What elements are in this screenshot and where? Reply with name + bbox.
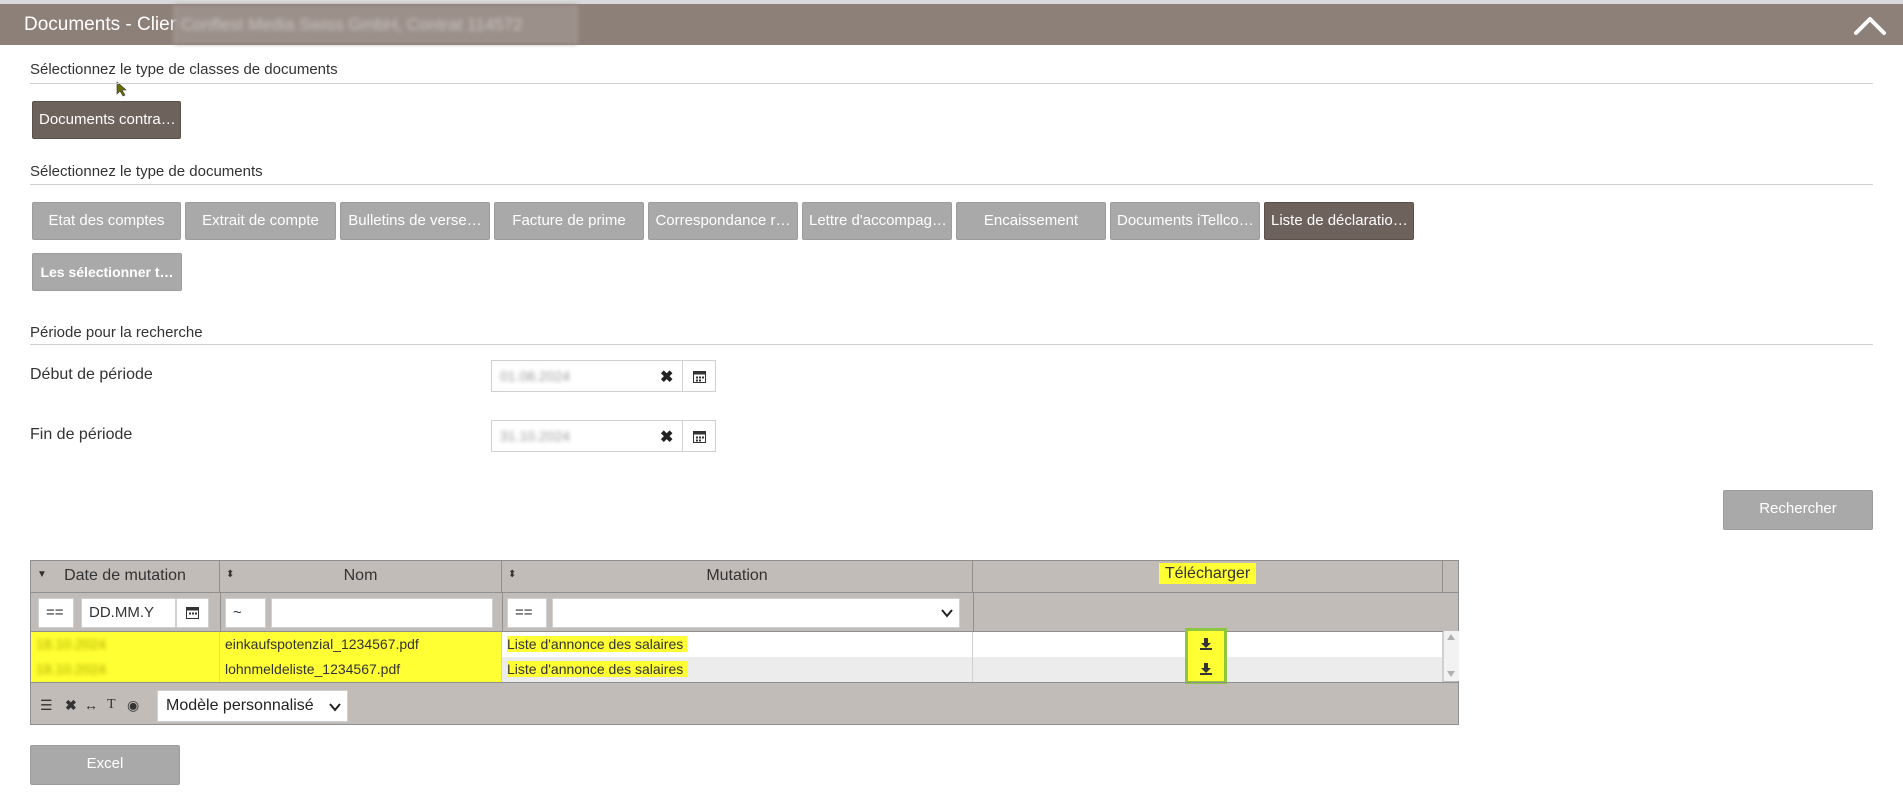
column-divider	[973, 593, 974, 632]
column-header-download: Télécharger	[973, 561, 1443, 592]
doc-class-button-contracts[interactable]: Documents contra…	[32, 101, 181, 139]
grid-toolbar: ☰ ✖ ↔ T ◉ Modèle personnalisé	[31, 682, 1458, 725]
end-date-value: 31.10.2024	[500, 428, 571, 444]
table-row[interactable]: 18.10.2024 einkaufspotenzial_1234567.pdf…	[31, 632, 1443, 657]
doc-type-button-correspondance[interactable]: Correspondance r…	[648, 202, 798, 240]
download-header-label: Télécharger	[1158, 563, 1257, 584]
calendar-icon[interactable]	[682, 421, 716, 451]
end-date-label: Fin de période	[30, 426, 133, 443]
doc-class-label: Sélectionnez le type de classes de docum…	[30, 61, 338, 78]
start-date-field[interactable]: 01.08.2024 ✖	[491, 360, 716, 392]
mutation-operator-select[interactable]: ==	[507, 598, 547, 628]
cell-name: einkaufspotenzial_1234567.pdf	[220, 632, 502, 657]
chevron-up-icon[interactable]	[1852, 13, 1888, 37]
chevron-down-icon	[941, 609, 953, 618]
clear-icon[interactable]: ✖	[660, 367, 673, 387]
column-header-date[interactable]: ▼ Date de mutation	[31, 561, 220, 592]
clear-filters-icon[interactable]: ✖	[65, 697, 77, 714]
text-icon[interactable]: T	[107, 697, 116, 713]
excel-export-button[interactable]: Excel	[30, 745, 180, 785]
cell-mutation: Liste d'annonce des salaires	[502, 632, 973, 657]
doc-type-button-encaissement[interactable]: Encaissement	[956, 202, 1106, 240]
divider	[30, 344, 1873, 345]
cell-date: 18.10.2024	[31, 657, 220, 682]
doc-type-button-facture-de-prime[interactable]: Facture de prime	[494, 202, 644, 240]
doc-type-button-extrait-de-compte[interactable]: Extrait de compte	[185, 202, 336, 240]
scroll-down-icon[interactable]	[1447, 671, 1455, 677]
date-operator-select[interactable]: ==	[38, 598, 74, 628]
name-filter-input[interactable]	[271, 598, 493, 628]
doc-type-button-documents-itellco[interactable]: Documents iTellco…	[1110, 202, 1260, 240]
period-label: Période pour la recherche	[30, 324, 203, 341]
select-all-button[interactable]: Les sélectionner t…	[32, 253, 182, 291]
doc-type-button-liste-declaration[interactable]: Liste de déclaratio…	[1264, 202, 1414, 240]
table-row[interactable]: 18.10.2024 lohnmeldeliste_1234567.pdf Li…	[31, 657, 1443, 682]
search-button[interactable]: Rechercher	[1723, 490, 1873, 530]
template-select[interactable]: Modèle personnalisé	[157, 690, 348, 722]
list-icon[interactable]: ☰	[40, 697, 53, 714]
clear-icon[interactable]: ✖	[660, 427, 673, 447]
filter-row: == DD.MM.Y ~ ==	[31, 592, 1458, 632]
client-name: Conflest Media Swiss GmbH, Contrat 11457…	[174, 5, 577, 44]
column-header-mutation[interactable]: ⬍ Mutation	[502, 561, 973, 592]
name-operator-select[interactable]: ~	[225, 598, 266, 628]
cell-name: lohnmeldeliste_1234567.pdf	[220, 657, 502, 682]
calendar-icon[interactable]	[682, 361, 716, 391]
divider	[30, 83, 1873, 84]
grid-scrollbar[interactable]	[1443, 631, 1459, 681]
chevron-down-icon	[329, 703, 341, 712]
column-divider	[220, 593, 221, 632]
date-filter-input[interactable]: DD.MM.Y	[81, 598, 176, 628]
resize-columns-icon[interactable]: ↔	[84, 697, 98, 713]
page-title: Documents - Client	[24, 14, 186, 35]
mutation-filter-select[interactable]	[552, 598, 960, 628]
doc-type-label: Sélectionnez le type de documents	[30, 163, 263, 180]
cell-mutation: Liste d'annonce des salaires	[502, 657, 973, 682]
cell-date: 18.10.2024	[31, 632, 220, 657]
column-header-name[interactable]: ⬍ Nom	[220, 561, 502, 592]
download-icon[interactable]	[1199, 637, 1213, 651]
panel-header: Documents - Client Conflest Media Swiss …	[0, 4, 1903, 45]
calendar-icon[interactable]	[176, 598, 209, 628]
documents-grid: ▼ Date de mutation ⬍ Nom ⬍ Mutation Télé…	[30, 560, 1459, 725]
start-date-value: 01.08.2024	[500, 368, 571, 384]
divider	[30, 184, 1873, 185]
download-buttons-highlight	[1185, 628, 1227, 684]
doc-type-button-etat-des-comptes[interactable]: Etat des comptes	[32, 202, 181, 240]
start-date-label: Début de période	[30, 366, 153, 383]
scroll-up-icon[interactable]	[1447, 634, 1455, 640]
column-divider	[502, 593, 503, 632]
download-icon[interactable]	[1199, 662, 1213, 676]
doc-type-button-bulletins[interactable]: Bulletins de verse…	[340, 202, 490, 240]
eye-icon[interactable]: ◉	[127, 697, 139, 714]
end-date-field[interactable]: 31.10.2024 ✖	[491, 420, 716, 452]
doc-type-button-lettre[interactable]: Lettre d'accompag…	[802, 202, 952, 240]
grid-rows: 18.10.2024 einkaufspotenzial_1234567.pdf…	[31, 628, 1443, 684]
